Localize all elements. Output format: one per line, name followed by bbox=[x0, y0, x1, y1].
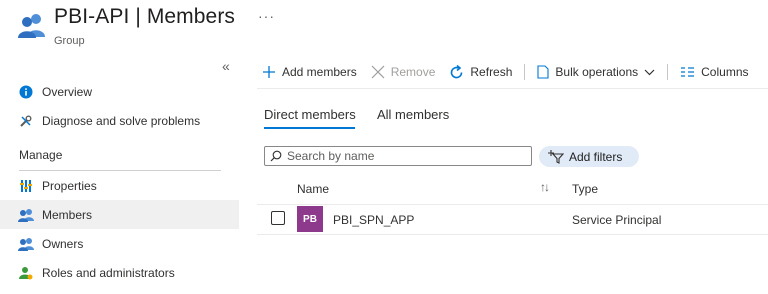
sidebar-item-label: Members bbox=[42, 207, 93, 222]
sidebar-item-label: Overview bbox=[42, 84, 93, 99]
column-header-name[interactable]: Name bbox=[297, 182, 329, 196]
sidebar-item-roles[interactable]: Roles and administrators bbox=[0, 258, 239, 287]
toolbar-separator-line bbox=[257, 88, 768, 89]
add-filter-icon bbox=[548, 149, 564, 164]
close-icon bbox=[371, 65, 385, 79]
page-subtitle: Group bbox=[54, 35, 85, 47]
column-header-type[interactable]: Type bbox=[572, 182, 598, 196]
refresh-label: Refresh bbox=[470, 65, 513, 79]
nav-section-manage: Manage bbox=[19, 148, 63, 162]
properties-icon bbox=[18, 178, 34, 194]
owners-icon bbox=[18, 236, 34, 252]
refresh-icon bbox=[449, 64, 464, 80]
columns-label: Columns bbox=[701, 65, 749, 79]
sidebar-item-overview[interactable]: Overview bbox=[0, 77, 239, 106]
sidebar-item-label: Properties bbox=[42, 178, 97, 193]
sidebar-item-members[interactable]: Members bbox=[0, 200, 239, 229]
roles-icon bbox=[18, 265, 34, 281]
member-type: Service Principal bbox=[572, 213, 662, 227]
toolbar-divider bbox=[667, 64, 669, 80]
plus-icon bbox=[262, 65, 276, 79]
sidebar-item-owners[interactable]: Owners bbox=[0, 229, 239, 258]
add-filters-button[interactable]: Add filters bbox=[539, 146, 639, 167]
add-members-button[interactable]: Add members bbox=[262, 65, 357, 79]
tab-all-members[interactable]: All members bbox=[377, 107, 449, 122]
remove-button[interactable]: Remove bbox=[371, 65, 436, 79]
toolbar-divider bbox=[524, 64, 526, 80]
info-icon bbox=[18, 84, 34, 100]
add-members-label: Add members bbox=[282, 65, 357, 79]
sidebar-item-label: Diagnose and solve problems bbox=[42, 113, 201, 128]
sidebar-item-label: Roles and administrators bbox=[42, 265, 175, 280]
refresh-button[interactable]: Refresh bbox=[449, 64, 513, 80]
wrench-icon bbox=[18, 113, 34, 129]
chevron-down-icon bbox=[644, 69, 655, 76]
tab-selected-indicator bbox=[264, 127, 355, 129]
search-input[interactable]: Search by name bbox=[264, 146, 532, 166]
bulk-operations-button[interactable]: Bulk operations bbox=[537, 65, 655, 79]
columns-button[interactable]: Columns bbox=[680, 65, 749, 79]
group-icon bbox=[18, 11, 46, 39]
search-icon bbox=[270, 150, 282, 162]
sort-icon[interactable]: ↑↓ bbox=[540, 180, 550, 194]
document-icon bbox=[537, 65, 549, 79]
add-filters-label: Add filters bbox=[569, 149, 623, 164]
columns-icon bbox=[680, 66, 695, 78]
member-name[interactable]: PBI_SPN_APP bbox=[333, 213, 414, 227]
row-checkbox[interactable] bbox=[271, 211, 285, 225]
tab-direct-members[interactable]: Direct members bbox=[264, 107, 356, 122]
sidebar-item-properties[interactable]: Properties bbox=[0, 171, 239, 200]
sidebar-item-label: Owners bbox=[42, 236, 84, 251]
table-row-divider bbox=[257, 234, 768, 235]
collapse-sidebar-icon[interactable]: « bbox=[222, 58, 230, 74]
members-icon bbox=[18, 207, 34, 223]
more-options-icon[interactable]: ··· bbox=[258, 8, 275, 24]
page-title: PBI-API | Members bbox=[54, 5, 236, 28]
search-placeholder: Search by name bbox=[287, 149, 375, 163]
remove-label: Remove bbox=[390, 65, 436, 79]
bulk-operations-label: Bulk operations bbox=[555, 65, 639, 79]
sidebar-item-diagnose[interactable]: Diagnose and solve problems bbox=[0, 106, 239, 135]
table-header-divider bbox=[257, 204, 768, 205]
avatar: PB bbox=[297, 206, 323, 232]
command-bar: Add members Remove Refresh Bulk operatio… bbox=[262, 60, 749, 84]
